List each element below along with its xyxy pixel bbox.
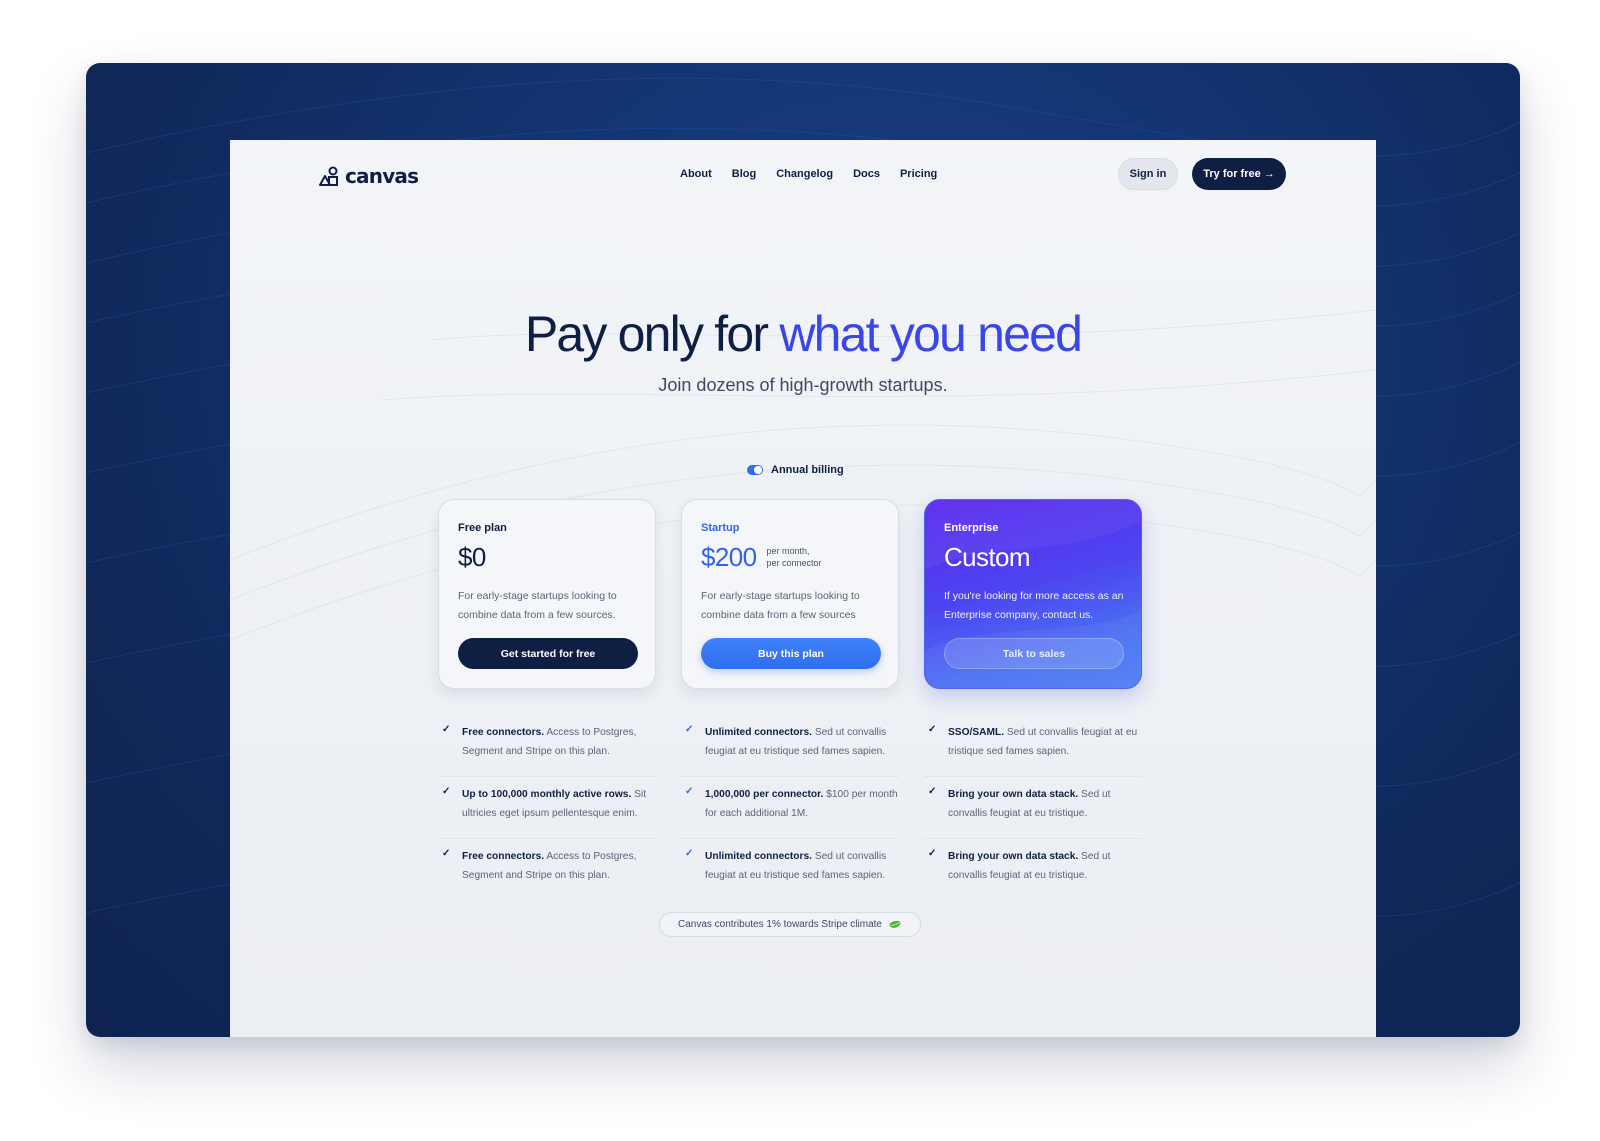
feature-item: ✓ Unlimited connectors. Sed ut convallis… [681, 839, 899, 901]
feature-title: Up to 100,000 monthly active rows. [462, 789, 632, 800]
check-icon: ✓ [928, 848, 937, 859]
plan-price: $0 [458, 541, 486, 572]
price-row: $200 per month, per connector [701, 540, 879, 574]
nav-link-about[interactable]: About [680, 168, 712, 180]
get-started-free-button[interactable]: Get started for free [458, 638, 638, 669]
nav-link-blog[interactable]: Blog [732, 168, 756, 180]
feature-text: Bring your own data stack. Sed ut conval… [948, 847, 1142, 885]
annual-billing-toggle[interactable]: Annual billing [747, 464, 844, 476]
feature-text: Bring your own data stack. Sed ut conval… [948, 785, 1142, 823]
plan-description: For early-stage startups looking to comb… [458, 590, 617, 621]
feature-text: Free connectors. Access to Postgres, Seg… [462, 847, 656, 885]
feature-text: 1,000,000 per connector. $100 per month … [705, 785, 899, 823]
annual-billing-label: Annual billing [771, 464, 844, 476]
feature-title: SSO/SAML. [948, 727, 1005, 738]
nav-link-pricing[interactable]: Pricing [900, 168, 937, 180]
price-row: Custom [944, 540, 1122, 574]
feature-item: ✓ Up to 100,000 monthly active rows. Sit… [438, 777, 656, 839]
check-icon: ✓ [685, 724, 694, 735]
try-for-free-button[interactable]: Try for free → [1192, 158, 1286, 190]
feature-text: Unlimited connectors. Sed ut convallis f… [705, 847, 899, 885]
price-note-line-1: per month, [766, 546, 810, 556]
price-note-line-2: per connector [766, 558, 822, 568]
feature-title: Bring your own data stack. [948, 851, 1079, 862]
feature-item: ✓ SSO/SAML. Sed ut convallis feugiat at … [924, 715, 1142, 777]
feature-text: Unlimited connectors. Sed ut convallis f… [705, 723, 899, 761]
check-icon: ✓ [685, 786, 694, 797]
buy-plan-button[interactable]: Buy this plan [701, 638, 881, 669]
canvas-logo-icon [319, 166, 338, 186]
feature-item: ✓ Bring your own data stack. Sed ut conv… [924, 839, 1142, 901]
climate-badge[interactable]: Canvas contributes 1% towards Stripe cli… [659, 912, 921, 937]
check-icon: ✓ [442, 786, 451, 797]
feature-title: Free connectors. [462, 851, 545, 862]
check-icon: ✓ [928, 786, 937, 797]
plan-price: $200 [701, 541, 757, 572]
feature-text: Free connectors. Access to Postgres, Seg… [462, 723, 656, 761]
arrow-right-icon: → [1263, 168, 1275, 180]
check-icon: ✓ [928, 724, 937, 735]
check-icon: ✓ [685, 848, 694, 859]
toggle-knob [754, 466, 762, 474]
feature-text: SSO/SAML. Sed ut convallis feugiat at eu… [948, 723, 1142, 761]
top-nav: canvas About Blog Changelog Docs Pricing… [230, 140, 1376, 210]
title-main: Pay only for [524, 306, 780, 362]
website-window: canvas About Blog Changelog Docs Pricing… [230, 140, 1376, 1037]
feature-list-startup: ✓ Unlimited connectors. Sed ut convallis… [681, 715, 899, 901]
brand-logo[interactable]: canvas [319, 164, 419, 188]
title-accent: what you need [779, 306, 1083, 362]
plan-price: Custom [944, 541, 1031, 572]
feature-title: Unlimited connectors. [705, 727, 812, 738]
brand-name: canvas [345, 164, 419, 188]
price-note: per month, per connector [766, 545, 821, 569]
feature-list-enterprise: ✓ SSO/SAML. Sed ut convallis feugiat at … [924, 715, 1142, 901]
nav-link-docs[interactable]: Docs [853, 168, 880, 180]
plan-description: For early-stage startups looking to comb… [701, 590, 860, 621]
feature-title: 1,000,000 per connector. [705, 789, 824, 800]
feature-text: Up to 100,000 monthly active rows. Sit u… [462, 785, 656, 823]
plan-description: If you're looking for more access as an … [944, 590, 1124, 621]
toggle-switch[interactable] [747, 465, 763, 475]
nav-link-changelog[interactable]: Changelog [776, 168, 833, 180]
plan-card-free: Free plan $0 For early-stage startups lo… [438, 499, 656, 689]
plan-name: Startup [701, 522, 740, 534]
showcase-frame: canvas About Blog Changelog Docs Pricing… [86, 63, 1520, 1037]
sign-in-button[interactable]: Sign in [1118, 158, 1178, 190]
plan-name: Free plan [458, 522, 507, 534]
leaf-icon [888, 920, 902, 928]
feature-title: Free connectors. [462, 727, 545, 738]
feature-item: ✓ Free connectors. Access to Postgres, S… [438, 715, 656, 777]
plan-name: Enterprise [944, 522, 999, 534]
talk-to-sales-button[interactable]: Talk to sales [944, 638, 1124, 669]
plan-card-enterprise: Enterprise Custom If you're looking for … [924, 499, 1142, 689]
try-for-free-label: Try for free [1203, 168, 1261, 180]
price-row: $0 [458, 540, 636, 574]
page-title: Pay only for what you need [230, 305, 1376, 363]
feature-title: Bring your own data stack. [948, 789, 1079, 800]
feature-item: ✓ Unlimited connectors. Sed ut convallis… [681, 715, 899, 777]
feature-title: Unlimited connectors. [705, 851, 812, 862]
feature-item: ✓ 1,000,000 per connector. $100 per mont… [681, 777, 899, 839]
feature-item: ✓ Free connectors. Access to Postgres, S… [438, 839, 656, 901]
feature-list-free: ✓ Free connectors. Access to Postgres, S… [438, 715, 656, 901]
climate-text: Canvas contributes 1% towards Stripe cli… [678, 919, 882, 930]
plan-card-startup: Startup $200 per month, per connector Fo… [681, 499, 899, 689]
nav-links: About Blog Changelog Docs Pricing [680, 168, 937, 180]
feature-item: ✓ Bring your own data stack. Sed ut conv… [924, 777, 1142, 839]
check-icon: ✓ [442, 848, 451, 859]
page-subtitle: Join dozens of high-growth startups. [658, 375, 948, 395]
check-icon: ✓ [442, 724, 451, 735]
